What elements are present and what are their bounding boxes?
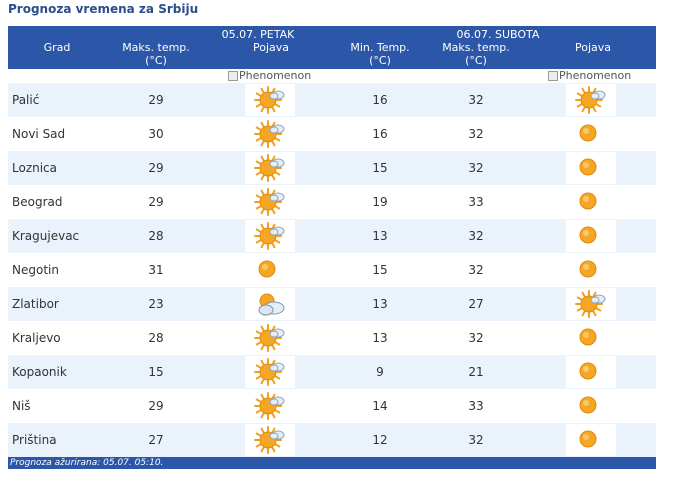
d2-min-temp: 13 <box>372 331 388 345</box>
col-city: Grad <box>43 41 71 54</box>
table-row: Kraljevo 28 13 32 <box>8 321 656 355</box>
broken-image-d2: Phenomenon <box>548 69 631 82</box>
d2-min-temp: 16 <box>372 127 388 141</box>
broken-image-icon <box>548 70 558 81</box>
d2-max-temp: 32 <box>468 433 484 447</box>
d2-max-temp: 32 <box>468 263 484 277</box>
d2-phenomenon <box>566 356 616 388</box>
d1-phenomenon <box>245 186 295 218</box>
city-name: Kragujevac <box>12 229 80 243</box>
d2-min-temp: 13 <box>372 229 388 243</box>
forecast-table: 05.07. PETAK 06.07. SUBOTA Grad Maks. te… <box>8 26 656 469</box>
city-name: Novi Sad <box>12 127 66 141</box>
d2-min-temp: 19 <box>372 195 388 209</box>
d1-max-temp: 30 <box>148 127 164 141</box>
footer-updated: Prognoza ažurirana: 05.07. 05:10. <box>8 457 656 469</box>
table-row: Novi Sad 30 16 32 <box>8 117 656 151</box>
d1-phenomenon <box>245 390 295 422</box>
d2-max-temp: 27 <box>468 297 484 311</box>
broken-image-d1: Phenomenon <box>228 69 311 82</box>
d1-max-temp: 29 <box>148 195 164 209</box>
table-row: Kopaonik 15 9 21 <box>8 355 656 389</box>
d2-min-temp: 13 <box>372 297 388 311</box>
d2-min-temp: 16 <box>372 93 388 107</box>
d1-max-temp: 23 <box>148 297 164 311</box>
col-d1-phen: Pojava <box>252 41 290 54</box>
d2-min-temp: 12 <box>372 433 388 447</box>
d2-phenomenon <box>566 322 616 354</box>
d2-phenomenon <box>566 254 616 286</box>
d1-max-temp: 15 <box>148 365 164 379</box>
d1-phenomenon <box>245 424 295 456</box>
d1-max-temp: 28 <box>148 331 164 345</box>
table-body: Palić 29 16 32 Novi Sad 30 16 32 Loznica 29 15 32 Be… <box>8 83 656 457</box>
d2-max-temp: 32 <box>468 127 484 141</box>
table-row: Beograd 29 19 33 <box>8 185 656 219</box>
city-name: Loznica <box>12 161 58 175</box>
d1-max-temp: 29 <box>148 399 164 413</box>
d1-phenomenon <box>245 118 295 150</box>
d1-phenomenon <box>245 152 295 184</box>
city-name: Beograd <box>12 195 63 209</box>
city-name: Priština <box>12 433 57 447</box>
d1-max-temp: 29 <box>148 161 164 175</box>
phenomenon-image-row: Phenomenon Phenomenon <box>8 69 656 83</box>
col-d1-max: Maks. temp. (°C) <box>122 41 190 67</box>
table-row: Palić 29 16 32 <box>8 83 656 117</box>
table-header: 05.07. PETAK 06.07. SUBOTA Grad Maks. te… <box>8 26 656 69</box>
table-row: Priština 27 12 32 <box>8 423 656 457</box>
d1-max-temp: 29 <box>148 93 164 107</box>
d1-phenomenon <box>245 220 295 252</box>
table-row: Loznica 29 15 32 <box>8 151 656 185</box>
d2-phenomenon <box>566 424 616 456</box>
d2-max-temp: 32 <box>468 331 484 345</box>
col-d2-phen: Pojava <box>574 41 612 54</box>
d2-min-temp: 15 <box>372 263 388 277</box>
table-row: Negotin 31 15 32 <box>8 253 656 287</box>
d1-phenomenon <box>245 288 295 320</box>
d2-max-temp: 32 <box>468 161 484 175</box>
city-name: Niš <box>12 399 31 413</box>
broken-image-icon <box>228 70 238 81</box>
d2-min-temp: 15 <box>372 161 388 175</box>
city-name: Zlatibor <box>12 297 59 311</box>
day2-heading: 06.07. SUBOTA <box>456 28 540 41</box>
d1-max-temp: 27 <box>148 433 164 447</box>
city-name: Kopaonik <box>12 365 67 379</box>
d2-phenomenon <box>566 152 616 184</box>
page-title: Prognoza vremena za Srbiju <box>8 2 199 16</box>
d2-phenomenon <box>566 288 616 320</box>
city-name: Palić <box>12 93 40 107</box>
d2-phenomenon <box>566 118 616 150</box>
d2-phenomenon <box>566 186 616 218</box>
d2-max-temp: 33 <box>468 399 484 413</box>
col-d2-max: Maks. temp. (°C) <box>442 41 510 67</box>
d2-phenomenon <box>566 220 616 252</box>
d2-phenomenon <box>566 390 616 422</box>
day1-heading: 05.07. PETAK <box>221 28 295 41</box>
d2-min-temp: 14 <box>372 399 388 413</box>
d2-max-temp: 32 <box>468 229 484 243</box>
city-name: Negotin <box>12 263 59 277</box>
d1-phenomenon <box>245 84 295 116</box>
d1-max-temp: 28 <box>148 229 164 243</box>
d2-max-temp: 32 <box>468 93 484 107</box>
table-row: Zlatibor 23 13 27 <box>8 287 656 321</box>
d2-max-temp: 21 <box>468 365 484 379</box>
city-name: Kraljevo <box>12 331 61 345</box>
table-row: Kragujevac 28 13 32 <box>8 219 656 253</box>
d1-max-temp: 31 <box>148 263 164 277</box>
d2-min-temp: 9 <box>376 365 384 379</box>
d1-phenomenon <box>245 356 295 388</box>
col-d2-min: Min. Temp. (°C) <box>350 41 410 67</box>
d2-phenomenon <box>566 84 616 116</box>
d2-max-temp: 33 <box>468 195 484 209</box>
d1-phenomenon <box>245 322 295 354</box>
table-row: Niš 29 14 33 <box>8 389 656 423</box>
d1-phenomenon <box>245 254 295 286</box>
